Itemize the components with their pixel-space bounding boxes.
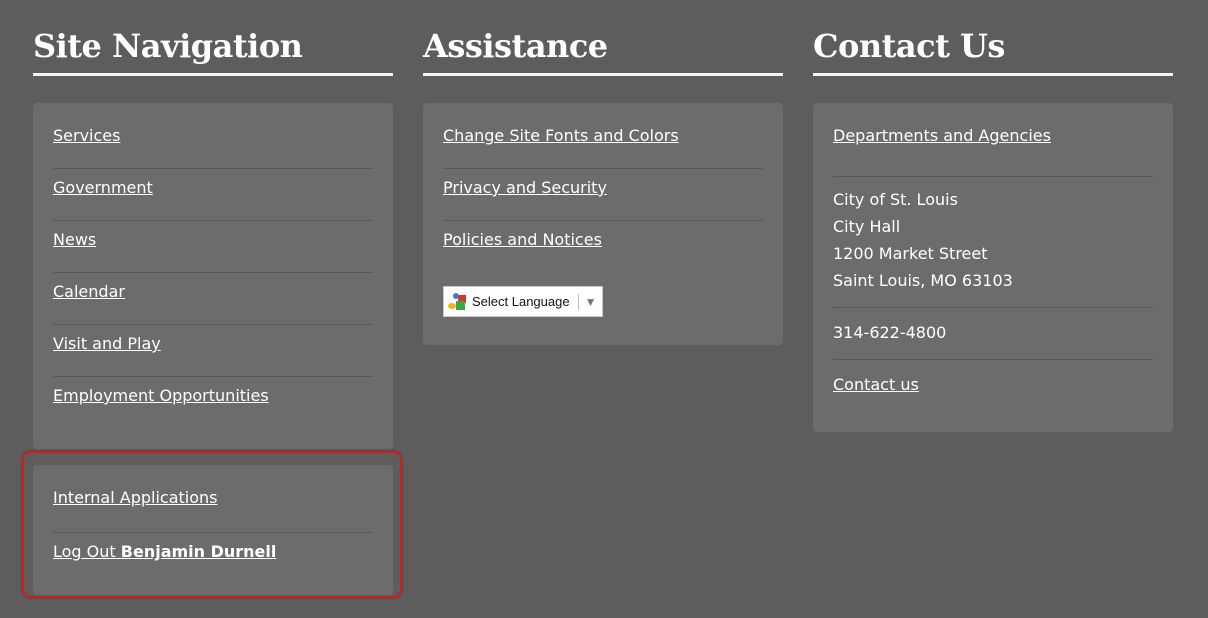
select-language-label: Select Language — [472, 294, 570, 309]
nav-link-calendar[interactable]: Calendar — [53, 282, 125, 301]
select-language-dropdown[interactable]: Select Language ▼ — [443, 286, 604, 317]
address-line: City of St. Louis — [833, 190, 958, 209]
nav-link-visit-and-play[interactable]: Visit and Play — [53, 334, 161, 353]
departments-agencies-link[interactable]: Departments and Agencies — [833, 126, 1051, 145]
address-block: City of St. Louis City Hall 1200 Market … — [833, 177, 1153, 308]
assistance-heading: Assistance — [423, 0, 783, 76]
nav-link-news[interactable]: News — [53, 230, 96, 249]
address-line: Saint Louis, MO 63103 — [833, 271, 1013, 290]
site-navigation-panel: Services Government News Calendar Visit … — [33, 103, 393, 449]
contact-item: Contact us — [833, 360, 1153, 412]
assist-item: Policies and Notices — [443, 221, 763, 273]
assist-item: Privacy and Security — [443, 169, 763, 221]
policies-notices-link[interactable]: Policies and Notices — [443, 230, 602, 249]
assistance-panel: Change Site Fonts and Colors Privacy and… — [423, 103, 783, 345]
phone-number: 314-622-4800 — [833, 308, 1153, 360]
privacy-security-link[interactable]: Privacy and Security — [443, 178, 607, 197]
address-line: City Hall — [833, 217, 901, 236]
assist-item: Change Site Fonts and Colors — [443, 117, 763, 169]
assistance-column: Assistance Change Site Fonts and Colors … — [423, 0, 783, 345]
nav-item: Services — [53, 117, 373, 169]
dropdown-separator — [577, 293, 579, 310]
chevron-down-icon: ▼ — [584, 294, 597, 309]
contact-us-column: Contact Us Departments and Agencies City… — [813, 0, 1173, 432]
nav-item: Government — [53, 169, 373, 221]
highlight-box — [22, 451, 402, 598]
contact-us-heading: Contact Us — [813, 0, 1173, 76]
nav-link-government[interactable]: Government — [53, 178, 153, 197]
fonts-colors-link[interactable]: Change Site Fonts and Colors — [443, 126, 679, 145]
address-line: 1200 Market Street — [833, 244, 988, 263]
contact-panel: Departments and Agencies City of St. Lou… — [813, 103, 1173, 432]
nav-link-employment[interactable]: Employment Opportunities — [53, 386, 269, 405]
site-navigation-heading: Site Navigation — [33, 0, 393, 76]
google-translate-icon — [448, 292, 466, 311]
nav-item: News — [53, 221, 373, 273]
departments-item: Departments and Agencies — [833, 117, 1153, 177]
nav-item: Employment Opportunities — [53, 377, 373, 429]
nav-item: Visit and Play — [53, 325, 373, 377]
nav-item: Calendar — [53, 273, 373, 325]
contact-us-link[interactable]: Contact us — [833, 375, 919, 394]
language-wrap: Select Language ▼ — [443, 273, 763, 325]
nav-link-services[interactable]: Services — [53, 126, 120, 145]
